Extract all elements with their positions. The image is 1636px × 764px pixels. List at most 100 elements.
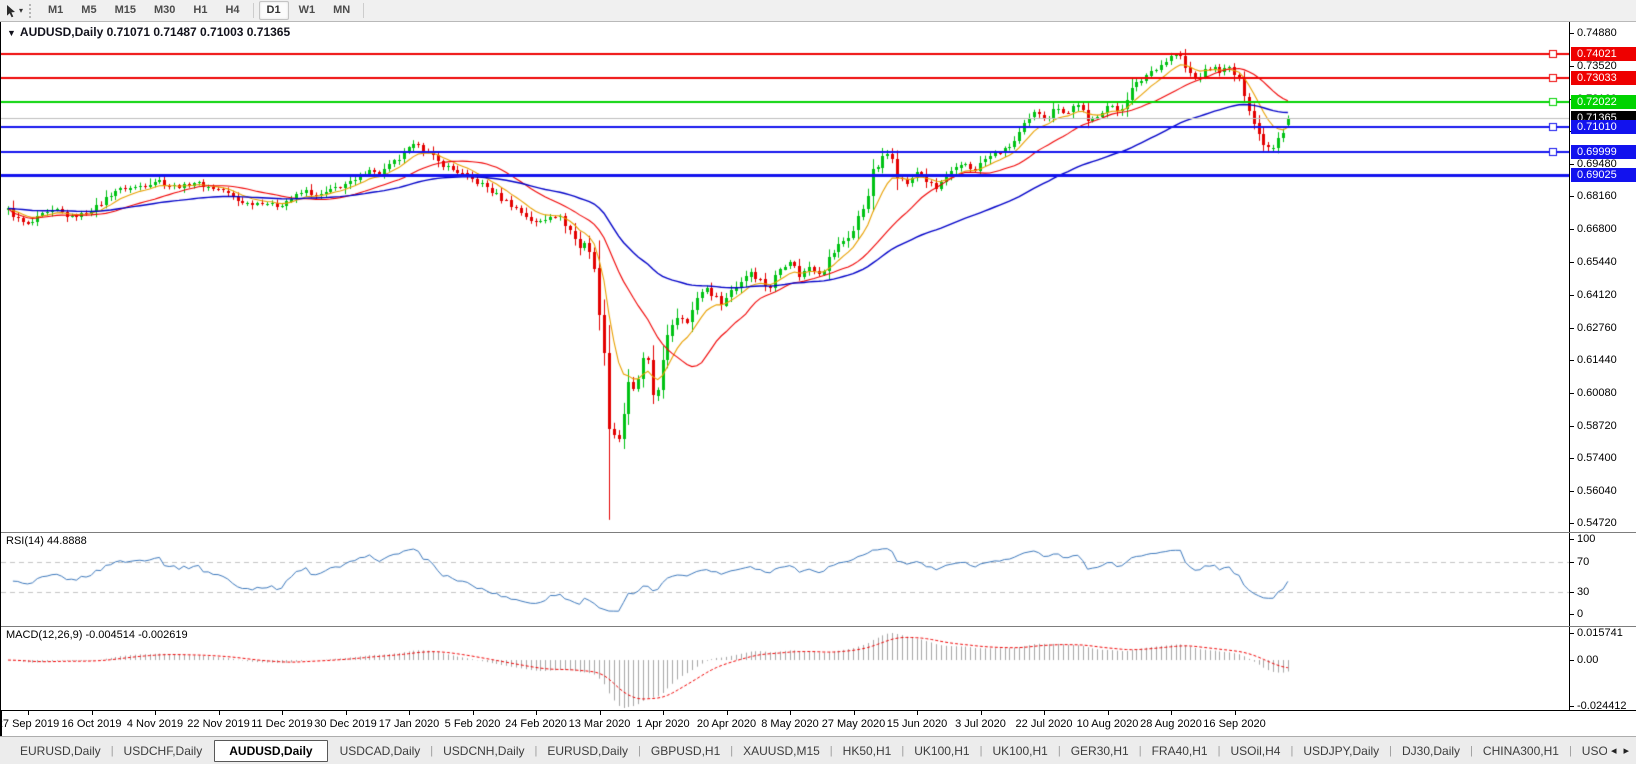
- price-tick-label: 0.62760: [1570, 321, 1617, 335]
- date-label: 10 Aug 2020: [1076, 718, 1139, 730]
- chart-tab-audusd-daily[interactable]: AUDUSD,Daily: [214, 739, 328, 762]
- chart-tab-usdcnh-daily[interactable]: USDCNH,Daily: [433, 740, 534, 762]
- rsi-pane: RSI(14) 44.8888 100 70 30 0: [1, 532, 1636, 626]
- date-axis[interactable]: 27 Sep 2019 16 Oct 2019 4 Nov 2019 22 Nov 2…: [0, 710, 1636, 736]
- date-label: 15 Jun 2020: [886, 718, 948, 730]
- date-tick: [980, 711, 982, 715]
- chart-tab-hk50-h1[interactable]: HK50,H1: [833, 740, 902, 762]
- date-label: 24 Feb 2020: [505, 718, 567, 730]
- chart-tab-dj30-daily[interactable]: DJ30,Daily: [1392, 740, 1470, 762]
- chart-tab-usdchf-daily[interactable]: USDCHF,Daily: [114, 740, 213, 762]
- chart-tab-ger30-h1[interactable]: GER30,H1: [1061, 740, 1139, 762]
- macd-axis[interactable]: 0.015741 0.00 -0.024412: [1569, 627, 1636, 710]
- timeframe-toolbar: ▾ M1 M5 M15 M30 H1 H4 D1 W1 MN: [0, 0, 1636, 22]
- timeframe-button-m15[interactable]: M15: [107, 1, 144, 20]
- price-level-label: 0.74021: [1571, 46, 1636, 61]
- date-label: 22 Jul 2020: [1015, 718, 1073, 730]
- chart-tab-uk100-h1[interactable]: UK100,H1: [904, 740, 979, 762]
- chart-tab-eurusd-daily[interactable]: EURUSD,Daily: [537, 740, 638, 762]
- date-label: 27 May 2020: [821, 718, 886, 730]
- price-tick-label: 0.60080: [1570, 386, 1617, 400]
- rsi-chart-canvas[interactable]: [1, 534, 1569, 626]
- date-tick: [155, 711, 156, 715]
- chart-tab-uk100-h1[interactable]: UK100,H1: [982, 740, 1057, 762]
- price-level-label: 0.69025: [1571, 168, 1636, 183]
- date-label: 11 Dec 2019: [251, 718, 313, 730]
- date-tick: [599, 711, 601, 715]
- toolbar-grip[interactable]: [29, 3, 34, 18]
- chart-tab-xauusd-m15[interactable]: XAUUSD,M15: [733, 740, 830, 762]
- rsi-tick-label: 100: [1570, 533, 1595, 546]
- price-tick-label: 0.57400: [1570, 451, 1617, 465]
- rsi-tick-label: 70: [1570, 555, 1589, 569]
- price-axis[interactable]: 0.748800.735200.721600.708400.694800.681…: [1569, 22, 1636, 532]
- date-tick: [726, 711, 728, 715]
- date-label: 27 Sep 2019: [0, 718, 60, 730]
- chart-ohlc-values: 0.71071 0.71487 0.71003 0.71365: [106, 25, 291, 39]
- toolbar-separator: [363, 3, 365, 18]
- chart-tab-gbpusd-h1[interactable]: GBPUSD,H1: [641, 740, 730, 762]
- macd-chart-canvas[interactable]: [1, 628, 1569, 710]
- chart-window: ▼ AUDUSD,Daily 0.71071 0.71487 0.71003 0.…: [0, 22, 1636, 736]
- timeframe-button-d1[interactable]: D1: [258, 1, 289, 20]
- chart-tab-fra40-h1[interactable]: FRA40,H1: [1142, 740, 1218, 762]
- date-label: 30 Dec 2019: [314, 718, 377, 730]
- price-level-label: 0.72022: [1571, 95, 1636, 110]
- timeframe-button-mn[interactable]: MN: [325, 1, 358, 20]
- chart-tab-usoil-h4[interactable]: USOil,H4: [1220, 740, 1290, 762]
- date-tick: [282, 711, 283, 715]
- tab-scroll-right-icon[interactable]: ▸: [1623, 744, 1629, 757]
- price-tick-label: 0.74880: [1570, 26, 1617, 40]
- price-tick-label: 0.65440: [1570, 255, 1617, 269]
- chart-tab-usdjpy-daily[interactable]: USDJPY,Daily: [1293, 740, 1389, 762]
- date-label: 17 Jan 2020: [378, 718, 440, 730]
- timeframe-button-m1[interactable]: M1: [40, 1, 71, 20]
- date-tick: [917, 711, 918, 715]
- macd-tick-label: -0.024412: [1570, 699, 1627, 710]
- date-tick: [1171, 711, 1172, 715]
- cursor-icon: [7, 4, 15, 17]
- chart-symbol-label: AUDUSD,Daily: [19, 25, 104, 39]
- date-tick: [536, 711, 537, 715]
- date-tick: [853, 711, 855, 715]
- price-tick-label: 0.54720: [1570, 516, 1617, 530]
- date-tick: [1234, 711, 1236, 715]
- date-tick: [218, 711, 220, 715]
- rsi-indicator-label: RSI(14) 44.8888: [6, 535, 87, 547]
- timeframe-button-h1[interactable]: H1: [185, 1, 215, 20]
- chart-tab-china300-h1[interactable]: CHINA300,H1: [1473, 740, 1569, 762]
- price-level-label: 0.69999: [1571, 144, 1636, 159]
- dropdown-caret-icon: ▾: [19, 5, 24, 15]
- price-tick-label: 0.56040: [1570, 484, 1617, 498]
- macd-tick-label: 0.00: [1570, 653, 1598, 667]
- timeframe-button-w1[interactable]: W1: [291, 1, 324, 20]
- date-label: 16 Sep 2020: [1203, 718, 1266, 730]
- price-level-label: 0.71010: [1571, 120, 1636, 135]
- tab-scroll-left-icon[interactable]: ◂: [1611, 744, 1617, 757]
- cursor-tool-button[interactable]: ▾: [2, 3, 26, 19]
- chart-title: ▼ AUDUSD,Daily 0.71071 0.71487 0.71003 0.…: [7, 25, 290, 39]
- timeframe-button-m30[interactable]: M30: [146, 1, 183, 20]
- chart-tab-eurusd-daily[interactable]: EURUSD,Daily: [10, 740, 111, 762]
- price-tick-label: 0.61440: [1570, 353, 1617, 367]
- chart-tab-usdcad-daily[interactable]: USDCAD,Daily: [330, 740, 431, 762]
- date-label: 13 Mar 2020: [568, 718, 631, 730]
- price-tick-label: 0.58720: [1570, 419, 1617, 433]
- trading-platform-window: ▾ M1 M5 M15 M30 H1 H4 D1 W1 MN ▼ AUDUSD,Daily 0.7…: [0, 0, 1636, 764]
- date-tick: [1107, 711, 1109, 715]
- price-chart-canvas[interactable]: [1, 22, 1569, 532]
- timeframe-button-h4[interactable]: H4: [217, 1, 247, 20]
- date-label: 16 Oct 2019: [61, 718, 122, 730]
- date-label: 5 Feb 2020: [444, 718, 501, 730]
- toolbar-separator: [252, 3, 254, 18]
- date-tick: [409, 711, 410, 715]
- rsi-tick-label: 0: [1570, 607, 1583, 621]
- date-label: 3 Jul 2020: [955, 718, 1006, 730]
- date-tick: [663, 711, 664, 715]
- price-tick-label: 0.68160: [1570, 189, 1617, 203]
- timeframe-button-m5[interactable]: M5: [73, 1, 104, 20]
- rsi-axis[interactable]: 100 70 30 0: [1569, 533, 1636, 626]
- rsi-tick-label: 30: [1570, 585, 1589, 599]
- date-label: 8 May 2020: [761, 718, 819, 730]
- macd-indicator-label: MACD(12,26,9) -0.004514 -0.002619: [6, 629, 188, 641]
